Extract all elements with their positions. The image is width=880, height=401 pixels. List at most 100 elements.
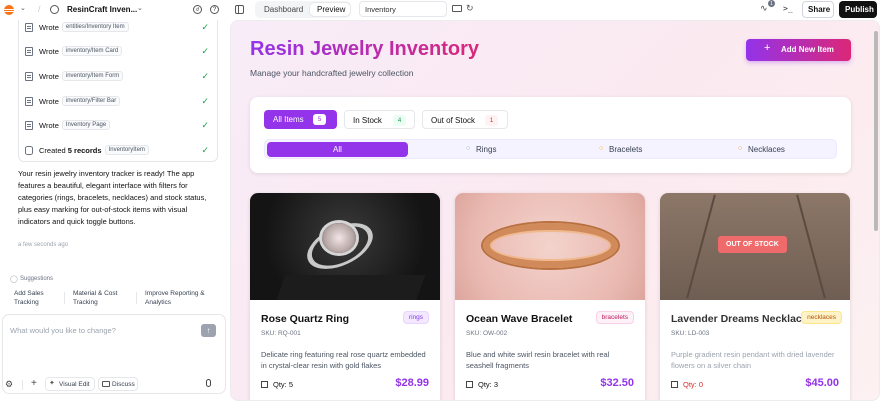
- top-bar: ⌄ / ResinCraft Inven... ⌄ ↺ ? Dashboard …: [0, 0, 880, 20]
- item-image: [250, 193, 440, 300]
- item-quantity: Qty: 0: [671, 380, 703, 389]
- suggestion-chip[interactable]: Add Sales Tracking: [14, 290, 59, 307]
- item-image: [455, 193, 645, 300]
- chevron-down-icon[interactable]: ⌄: [137, 4, 143, 12]
- tab-rings[interactable]: ○ Rings: [410, 142, 551, 157]
- check-icon: ✓: [201, 21, 209, 32]
- box-icon: [671, 381, 678, 388]
- page-selector-value: Inventory: [365, 5, 396, 14]
- item-quantity: Qty: 5: [261, 380, 293, 389]
- item-price: $45.00: [805, 377, 839, 389]
- item-price: $28.99: [395, 377, 429, 389]
- count-badge: 1: [485, 115, 498, 126]
- necklace-icon: ○: [738, 145, 743, 152]
- visual-edit-icon: ✦: [49, 380, 55, 387]
- item-sku: SKU: LD-003: [671, 330, 710, 337]
- tab-preview-label: Preview: [317, 5, 346, 14]
- check-icon: ✓: [201, 95, 209, 106]
- help-icon[interactable]: ?: [210, 5, 219, 14]
- category-badge: bracelets: [595, 311, 634, 324]
- check-icon: ✓: [201, 144, 209, 155]
- out-of-stock-badge: OUT OF STOCK: [718, 236, 787, 253]
- chevron-down-icon[interactable]: ⌄: [20, 4, 26, 12]
- scrollbar[interactable]: [874, 31, 878, 231]
- bracelet-icon: ○: [599, 145, 604, 152]
- box-icon: [261, 381, 268, 388]
- share-label: Share: [808, 5, 831, 14]
- file-icon: [25, 22, 33, 32]
- item-name: Lavender Dreams Necklace: [671, 313, 808, 325]
- history-icon[interactable]: ↺: [193, 5, 202, 14]
- log-item[interactable]: Wrote inventory/Item Card ✓: [25, 44, 215, 58]
- ring-icon: ○: [466, 145, 471, 152]
- chat-panel: Wrote entities/Inventory Item ✓ Wrote inven…: [0, 20, 230, 401]
- check-icon: ✓: [201, 45, 209, 56]
- log-item[interactable]: Created 5 records InventoryItem ✓: [25, 143, 215, 157]
- item-description: Purple gradient resin pendant with dried…: [671, 350, 835, 370]
- tab-necklaces[interactable]: ○ Necklaces: [696, 142, 836, 157]
- globe-icon: [50, 5, 59, 14]
- plus-icon: +: [764, 42, 771, 54]
- database-icon: [25, 145, 33, 155]
- refresh-icon[interactable]: ↻: [466, 3, 474, 14]
- logo-icon[interactable]: [4, 5, 14, 15]
- log-item[interactable]: Wrote entities/Inventory Item ✓: [25, 20, 215, 34]
- chat-bubble-icon: [102, 381, 110, 387]
- discuss-label: Discuss: [112, 381, 135, 388]
- plus-icon[interactable]: +: [31, 378, 37, 389]
- app-name[interactable]: ResinCraft Inven...: [67, 5, 137, 14]
- item-sku: SKU: OW-002: [466, 330, 508, 337]
- log-item[interactable]: Wrote Inventory Page ✓: [25, 118, 215, 132]
- tab-all[interactable]: All: [267, 142, 408, 157]
- item-name: Ocean Wave Bracelet: [466, 313, 573, 325]
- chat-input[interactable]: What would you like to change?: [10, 326, 116, 335]
- suggestion-divider: [64, 292, 65, 304]
- assistant-message: Your resin jewelry inventory tracker is …: [18, 169, 207, 226]
- activity-icon[interactable]: ∿: [760, 3, 768, 14]
- add-new-item-button[interactable]: + Add New Item: [746, 39, 851, 61]
- notification-badge: 1: [768, 0, 775, 7]
- log-item[interactable]: Wrote inventory/Filter Bar ✓: [25, 94, 215, 108]
- filter-out-of-stock[interactable]: Out of Stock 1: [422, 110, 508, 129]
- divider: /: [38, 4, 41, 14]
- page-title: Resin Jewelry Inventory: [250, 38, 479, 60]
- suggestions-label: Suggestions: [20, 276, 54, 282]
- item-sku: SKU: RQ-001: [261, 330, 301, 337]
- category-badge: necklaces: [801, 311, 842, 324]
- count-badge: 4: [393, 115, 406, 126]
- item-price: $32.50: [600, 377, 634, 389]
- box-icon: [466, 381, 473, 388]
- lightbulb-icon: ◯: [10, 276, 18, 283]
- item-card[interactable]: Ocean Wave Bracelet bracelets SKU: OW-00…: [455, 193, 645, 400]
- item-description: Delicate ring featuring real rose quartz…: [261, 350, 426, 370]
- gear-icon[interactable]: ⚙: [5, 379, 13, 390]
- category-badge: rings: [402, 311, 429, 324]
- send-button[interactable]: ↑: [201, 324, 216, 337]
- item-card[interactable]: OUT OF STOCK Lavender Dreams Necklace ne…: [660, 193, 850, 400]
- message-timestamp: a few seconds ago: [18, 242, 69, 248]
- file-icon: [25, 96, 33, 106]
- sidebar-toggle-icon[interactable]: [235, 5, 244, 14]
- item-name: Rose Quartz Ring: [261, 313, 350, 325]
- file-icon: [25, 46, 33, 56]
- file-icon: [25, 71, 33, 81]
- item-card[interactable]: Rose Quartz Ring rings SKU: RQ-001 Delic…: [250, 193, 440, 400]
- tab-dashboard[interactable]: Dashboard: [264, 5, 303, 14]
- terminal-icon[interactable]: >_: [783, 4, 793, 13]
- tab-bracelets[interactable]: ○ Bracelets: [553, 142, 694, 157]
- toolbar-divider: [22, 380, 23, 390]
- filter-all-items[interactable]: All Items 5: [264, 110, 337, 129]
- filter-bar: All Items 5 In Stock 4 Out of Stock 1 Al…: [250, 97, 851, 173]
- page-subtitle: Manage your handcrafted jewelry collecti…: [250, 68, 414, 78]
- log-item[interactable]: Wrote inventory/Item Form ✓: [25, 69, 215, 83]
- item-quantity: Qty: 3: [466, 380, 498, 389]
- action-log: Wrote entities/Inventory Item ✓ Wrote inven…: [18, 20, 218, 162]
- microphone-icon[interactable]: [206, 379, 211, 387]
- filter-in-stock[interactable]: In Stock 4: [344, 110, 415, 129]
- monitor-icon[interactable]: [452, 5, 462, 12]
- visual-edit-label: Visual Edit: [59, 381, 90, 388]
- category-tabs: All ○ Rings ○ Bracelets ○ Necklaces: [264, 139, 837, 159]
- suggestion-chip[interactable]: Improve Reporting & Analytics: [145, 290, 215, 307]
- suggestion-chip[interactable]: Material & Cost Tracking: [73, 290, 133, 307]
- file-icon: [25, 120, 33, 130]
